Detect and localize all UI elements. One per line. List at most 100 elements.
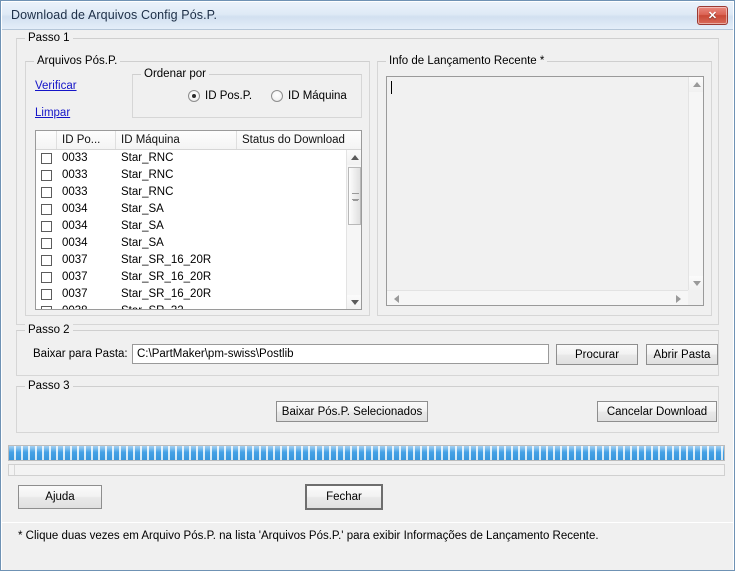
- column-header-id-pos[interactable]: ID Po...: [57, 131, 116, 149]
- open-folder-button[interactable]: Abrir Pasta: [646, 344, 718, 365]
- scroll-down-icon[interactable]: [347, 295, 361, 309]
- row-checkbox[interactable]: [36, 303, 57, 309]
- row-checkbox[interactable]: [36, 201, 57, 218]
- group-arquivos-pos-p: Arquivos Pós.P. Verificar Limpar Ordenar…: [25, 55, 370, 316]
- table-row[interactable]: 0037 Star_SR_16_20R: [36, 286, 348, 303]
- table-row[interactable]: 0033 Star_RNC: [36, 150, 348, 167]
- group-passo-2: Passo 2 Baixar para Pasta: C:\PartMaker\…: [16, 324, 719, 376]
- cell-id-pos: 0034: [62, 203, 88, 215]
- checkbox-unchecked-icon: [41, 289, 52, 300]
- table-row[interactable]: 0033 Star_RNC: [36, 184, 348, 201]
- group-arquivos-label: Arquivos Pós.P.: [34, 55, 121, 67]
- checkbox-unchecked-icon: [41, 238, 52, 249]
- checkbox-unchecked-icon: [41, 255, 52, 266]
- row-checkbox[interactable]: [36, 218, 57, 235]
- table-row[interactable]: 0037 Star_SR_16_20R: [36, 269, 348, 286]
- info-scroll-right-icon[interactable]: [673, 291, 688, 305]
- info-textarea[interactable]: [386, 76, 704, 306]
- column-header-id-maquina[interactable]: ID Máquina: [116, 131, 237, 149]
- cell-status: [237, 201, 347, 218]
- cell-id-pos: 0034: [62, 237, 88, 249]
- cell-id-maquina: Star_RNC: [121, 169, 174, 181]
- list-header-row: ID Po... ID Máquina Status do Download: [36, 131, 361, 150]
- table-row[interactable]: 0037 Star_SR_16_20R: [36, 252, 348, 269]
- text-caret: [391, 81, 392, 94]
- list-vertical-scrollbar[interactable]: [346, 150, 361, 309]
- group-info-lancamento: Info de Lançamento Recente *: [377, 55, 712, 316]
- row-checkbox[interactable]: [36, 252, 57, 269]
- scroll-up-icon[interactable]: [347, 150, 361, 165]
- progress-fill: [9, 446, 724, 460]
- browse-button[interactable]: Procurar: [556, 344, 638, 365]
- radio-selected-icon: [188, 90, 200, 102]
- cell-id-pos: 0037: [62, 271, 88, 283]
- cell-id-maquina: Star_SA: [121, 237, 164, 249]
- info-scroll-left-icon[interactable]: [387, 291, 402, 305]
- table-row[interactable]: 0034 Star_SA: [36, 218, 348, 235]
- client-area: Passo 1 Arquivos Pós.P. Verificar Limpar…: [2, 30, 733, 570]
- checkbox-unchecked-icon: [41, 204, 52, 215]
- info-vertical-scrollbar[interactable]: [688, 77, 703, 291]
- arquivos-list[interactable]: ID Po... ID Máquina Status do Download 0…: [35, 130, 362, 310]
- help-button[interactable]: Ajuda: [18, 485, 102, 509]
- close-dialog-button[interactable]: Fechar: [305, 484, 383, 510]
- column-header-status[interactable]: Status do Download: [237, 131, 347, 149]
- table-row[interactable]: 0034 Star_SA: [36, 201, 348, 218]
- download-folder-label: Baixar para Pasta:: [33, 348, 128, 360]
- checkbox-unchecked-icon: [41, 221, 52, 232]
- cell-id-pos: 0034: [62, 220, 88, 232]
- scrollbar-thumb[interactable]: [348, 167, 361, 225]
- link-limpar[interactable]: Limpar: [35, 107, 70, 119]
- download-selected-button[interactable]: Baixar Pós.P. Selecionados: [276, 401, 428, 422]
- footer-divider: [2, 522, 733, 523]
- row-checkbox[interactable]: [36, 235, 57, 252]
- row-checkbox[interactable]: [36, 184, 57, 201]
- radio-id-pos-p[interactable]: ID Pos.P.: [188, 90, 252, 102]
- row-checkbox[interactable]: [36, 286, 57, 303]
- cell-status: [237, 269, 347, 286]
- cell-id-maquina: Star_SR_16_20R: [121, 288, 212, 300]
- group-passo-3: Passo 3 Baixar Pós.P. Selecionados Cance…: [16, 380, 719, 433]
- footer-note: * Clique duas vezes em Arquivo Pós.P. na…: [18, 530, 599, 542]
- cell-status: [237, 252, 347, 269]
- cell-id-maquina: Star_SR_32: [116, 303, 237, 309]
- group-info-label: Info de Lançamento Recente *: [386, 55, 548, 67]
- cell-id-pos: 0037: [62, 288, 88, 300]
- radio-id-maquina-label: ID Máquina: [288, 90, 347, 102]
- checkbox-unchecked-icon: [41, 272, 52, 283]
- group-passo-1-label: Passo 1: [25, 32, 73, 44]
- download-progress-bar: [8, 445, 725, 461]
- group-ordenar-por: Ordenar por ID Pos.P. ID Máquina: [132, 68, 362, 118]
- close-icon: ✕: [707, 10, 718, 22]
- radio-id-maquina[interactable]: ID Máquina: [271, 90, 347, 102]
- table-row[interactable]: 0033 Star_RNC: [36, 167, 348, 184]
- row-checkbox[interactable]: [36, 167, 57, 184]
- cell-status: [237, 167, 347, 184]
- window-title: Download de Arquivos Config Pós.P.: [11, 8, 218, 22]
- row-checkbox[interactable]: [36, 150, 57, 167]
- info-scroll-up-icon[interactable]: [689, 77, 703, 92]
- table-row[interactable]: 0034 Star_SA: [36, 235, 348, 252]
- table-row[interactable]: 0038Star_SR_32: [36, 303, 348, 309]
- cell-id-maquina: Star_SR_16_20R: [121, 254, 212, 266]
- row-checkbox[interactable]: [36, 269, 57, 286]
- cell-id-maquina: Star_SR_16_20R: [121, 271, 212, 283]
- checkbox-unchecked-icon: [41, 187, 52, 198]
- info-scroll-down-icon[interactable]: [689, 276, 703, 291]
- cell-id-pos: 0033: [62, 186, 88, 198]
- close-button[interactable]: ✕: [697, 6, 728, 25]
- cancel-download-button[interactable]: Cancelar Download: [597, 401, 717, 422]
- download-folder-input[interactable]: C:\PartMaker\pm-swiss\Postlib: [132, 344, 549, 364]
- checkbox-unchecked-icon: [41, 170, 52, 181]
- cell-id-pos: 0037: [62, 254, 88, 266]
- title-bar: Download de Arquivos Config Pós.P. ✕: [2, 2, 733, 30]
- link-verificar[interactable]: Verificar: [35, 80, 77, 92]
- column-header-check[interactable]: [36, 131, 57, 149]
- checkbox-unchecked-icon: [41, 153, 52, 164]
- cell-id-pos: 0038: [57, 303, 116, 309]
- info-horizontal-scrollbar[interactable]: [387, 290, 703, 305]
- cell-id-pos: 0033: [62, 152, 88, 164]
- cell-status: [237, 218, 347, 235]
- cell-id-maquina: Star_SA: [121, 220, 164, 232]
- group-ordenar-label: Ordenar por: [141, 68, 210, 80]
